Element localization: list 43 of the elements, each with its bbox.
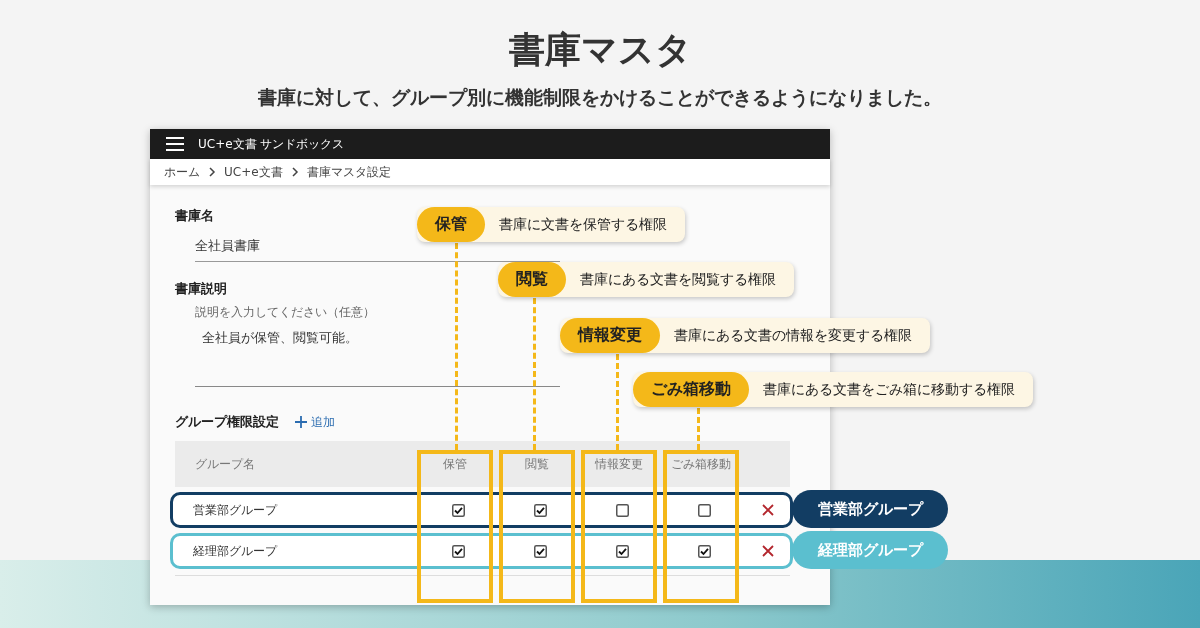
callout-text: 書庫にある文書の情報を変更する権限 [673, 326, 913, 345]
delete-icon[interactable] [760, 503, 775, 517]
column-header: 閲覧 [524, 455, 550, 473]
column-header: 保管 [442, 455, 468, 473]
group-label: 経理部グループ [792, 531, 948, 569]
group-label: 営業部グループ [792, 490, 948, 528]
callout-label: ごみ箱移動 [633, 372, 749, 407]
column-header: 情報変更 [594, 455, 644, 473]
group-row[interactable]: 営業部グループ [170, 492, 793, 528]
plus-icon [295, 416, 307, 428]
checkbox[interactable] [697, 544, 711, 558]
checkbox[interactable] [697, 503, 711, 517]
delete-icon[interactable] [760, 544, 775, 558]
add-button[interactable]: 追加 [295, 413, 335, 431]
column-header: グループ名 [194, 455, 256, 473]
group-row[interactable]: 経理部グループ [170, 533, 793, 569]
breadcrumb-link[interactable]: 書庫マスタ設定 [306, 163, 391, 181]
checkbox[interactable] [451, 503, 465, 517]
group-name: 経理部グループ [192, 542, 279, 560]
checkbox[interactable] [615, 544, 629, 558]
column-header: ごみ箱移動 [670, 455, 732, 473]
app-title: UC+e文書 サンドボックス [198, 135, 345, 153]
breadcrumb-link[interactable]: UC+e文書 [224, 163, 283, 181]
chevron-icon [208, 167, 216, 177]
checkbox[interactable] [615, 503, 629, 517]
checkbox[interactable] [451, 544, 465, 558]
page-subtitle: 書庫に対して、グループ別に機能制限をかけることができるようになりました。 [258, 85, 942, 110]
callout-label: 閲覧 [498, 262, 566, 297]
section-title: グループ権限設定 [175, 413, 279, 431]
callout-text: 書庫にある文書をごみ箱に移動する権限 [762, 380, 1016, 399]
callout-label: 情報変更 [560, 318, 660, 353]
callout-text: 書庫に文書を保管する権限 [498, 215, 668, 234]
callout-text: 書庫にある文書を閲覧する権限 [579, 270, 777, 289]
checkbox[interactable] [533, 503, 547, 517]
menu-icon[interactable] [166, 137, 184, 151]
breadcrumb-link[interactable]: ホーム [164, 163, 200, 181]
callout-label: 保管 [417, 207, 485, 242]
field-label: 書庫名 [175, 208, 214, 223]
checkbox[interactable] [533, 544, 547, 558]
page-title: 書庫マスタ [508, 28, 692, 72]
chevron-icon [290, 167, 299, 177]
description-field[interactable]: 説明を入力してください（任意） 全社員が保管、閲覧可能。 [195, 304, 560, 387]
group-name: 営業部グループ [192, 501, 279, 519]
